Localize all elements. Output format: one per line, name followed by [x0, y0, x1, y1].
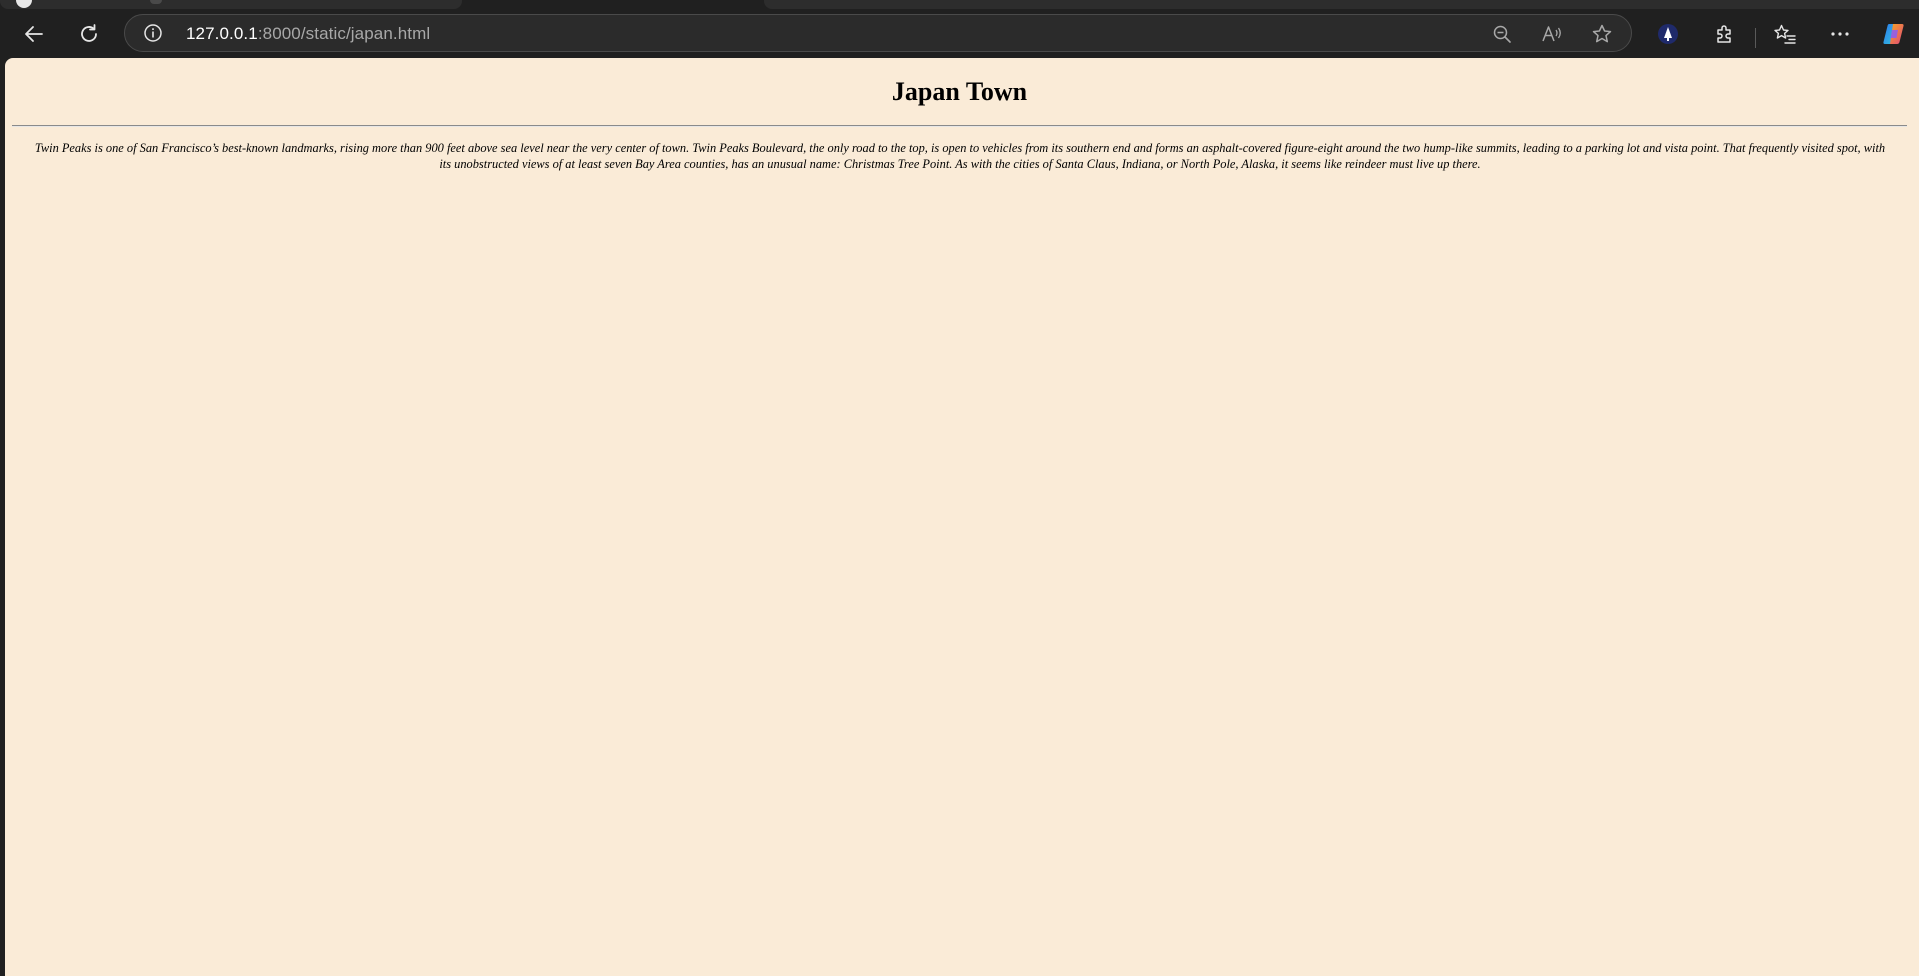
url-host: 127.0.0.1: [186, 24, 258, 43]
browser-window: 127.0.0.1:8000/static/japan.html Japan T…: [0, 0, 1919, 976]
page-viewport: Japan Town Twin Peaks is one of San Fran…: [5, 58, 1919, 976]
page-title: Japan Town: [891, 77, 1028, 106]
tab-favicon-icon: [16, 0, 32, 8]
address-bar[interactable]: 127.0.0.1:8000/static/japan.html: [124, 14, 1632, 52]
intro-paragraph: Twin Peaks is one of San Francisco’s bes…: [34, 141, 1886, 171]
tab-previous[interactable]: [0, 0, 462, 9]
tab-audio-icon: [150, 0, 162, 4]
copilot-icon: [1881, 21, 1907, 47]
back-arrow-icon: [23, 23, 45, 45]
refresh-icon: [78, 23, 100, 45]
more-button[interactable]: [1822, 16, 1858, 52]
tab-strip: [0, 0, 1919, 10]
extensions-button[interactable]: [1706, 16, 1742, 52]
more-icon: [1829, 23, 1851, 45]
url-text[interactable]: 127.0.0.1:8000/static/japan.html: [186, 24, 430, 44]
star-icon[interactable]: [1590, 22, 1614, 46]
tab-next[interactable]: [764, 0, 1919, 9]
favorites-icon: [1773, 23, 1797, 45]
zoom-out-icon[interactable]: [1490, 22, 1514, 46]
puzzle-icon: [1713, 23, 1735, 45]
favorites-button[interactable]: [1767, 16, 1803, 52]
read-aloud-icon[interactable]: [1540, 22, 1564, 46]
tree-extension-icon: [1657, 23, 1679, 45]
info-icon[interactable]: [143, 23, 163, 43]
toolbar-separator: [1755, 28, 1756, 48]
refresh-button[interactable]: [71, 16, 107, 52]
back-button[interactable]: [16, 16, 52, 52]
copilot-button[interactable]: [1876, 16, 1912, 52]
url-path: :8000/static/japan.html: [257, 24, 431, 43]
horizontal-rule: [12, 125, 1907, 127]
browser-toolbar: 127.0.0.1:8000/static/japan.html: [0, 10, 1919, 58]
tree-extension-button[interactable]: [1650, 16, 1686, 52]
